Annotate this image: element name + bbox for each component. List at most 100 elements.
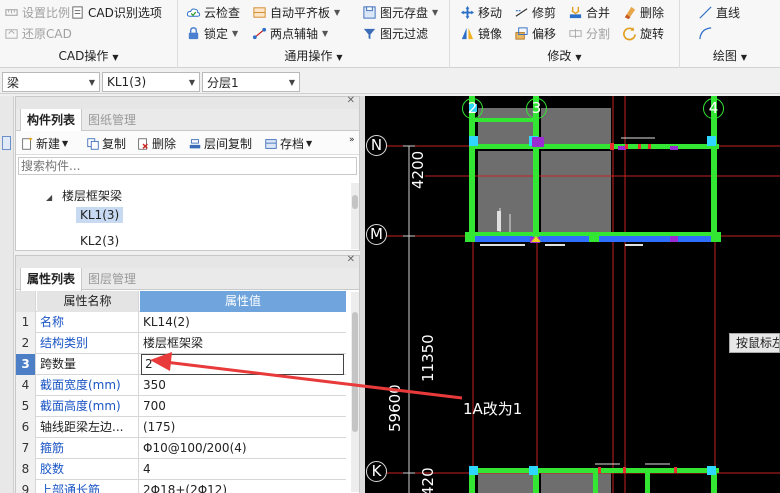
copy-button[interactable]: 复制 [86, 135, 126, 152]
restore-icon [5, 28, 18, 39]
component-select[interactable]: KL1(3) ▼ [102, 72, 200, 92]
property-name: 截面宽度(mm) [37, 375, 139, 396]
scrollbar-thumb[interactable] [352, 195, 358, 209]
mirror-icon [461, 27, 474, 39]
nav-strip-marker[interactable] [2, 136, 11, 150]
delete-label: 删除 [640, 5, 665, 20]
more-icon[interactable]: » [349, 135, 355, 145]
property-name: 结构类别 [37, 333, 139, 354]
split-button[interactable]: 分割 [568, 24, 610, 42]
mirror-button[interactable]: 镜像 [460, 24, 502, 42]
delete-component-button[interactable]: 删除 [136, 135, 176, 152]
collapse-triangle-icon[interactable]: ◢ [46, 193, 52, 202]
property-row-selected[interactable]: 3 跨数量 2 [16, 354, 346, 375]
delete-button[interactable]: 删除 [622, 3, 664, 21]
property-value[interactable]: 350 [140, 375, 346, 396]
property-value[interactable]: 2 [142, 354, 348, 375]
layer-select[interactable]: 分层1 ▼ [202, 72, 300, 92]
tab-drawing-management[interactable]: 图纸管理 [82, 109, 142, 131]
move-icon [460, 5, 475, 19]
tab-property-list[interactable]: 属性列表 [20, 268, 83, 291]
axis-bubble-3: 3 [526, 98, 547, 119]
merge-label: 合并 [586, 5, 611, 20]
floor-copy-button[interactable]: 层间复制 [188, 135, 252, 152]
tree-item-kl2[interactable]: KL2(3) [80, 234, 119, 248]
drawing-canvas[interactable]: 2 3 4 N M K 4200 11350 59600 420 [365, 96, 780, 493]
restore-cad-button[interactable]: 还原CAD [4, 24, 72, 42]
ribbon-group-cad-ops: 设置比例 CAD识别选项 还原CAD CAD操作 ▼ [0, 0, 178, 68]
two-point-axis-button[interactable]: 两点辅轴 ▼ [252, 24, 328, 42]
ribbon-group-label-draw[interactable]: 绘图 ▼ [680, 47, 780, 64]
property-panel-tabs: 属性列表 图层管理 [16, 268, 359, 291]
scrollbar-thumb[interactable] [352, 312, 358, 432]
ribbon-group-label-cad[interactable]: CAD操作 ▼ [0, 47, 177, 64]
save-disk-icon [363, 5, 376, 19]
level-slab-icon [253, 6, 266, 18]
offset-button[interactable]: 偏移 [514, 24, 556, 42]
lock-icon [188, 26, 199, 39]
document-icon [72, 5, 83, 19]
cloud-check-button[interactable]: 云检查 [186, 3, 240, 21]
auto-level-slab-button[interactable]: 自动平齐板 ▼ [252, 3, 340, 21]
move-label: 移动 [478, 5, 503, 20]
property-value[interactable]: 4 [140, 459, 346, 480]
close-icon[interactable]: ✕ [347, 254, 355, 265]
line-button[interactable]: 直线 [698, 3, 740, 21]
property-value[interactable]: 700 [140, 396, 346, 417]
property-value[interactable]: 楼层框架梁 [140, 333, 346, 354]
property-name: 跨数量 [37, 354, 139, 375]
trim-button[interactable]: 修剪 [514, 3, 556, 21]
move-button[interactable]: 移动 [460, 3, 502, 21]
tree-item-kl1[interactable]: KL1(3) [76, 207, 124, 223]
ribbon-group-label-general[interactable]: 通用操作 ▼ [178, 47, 449, 64]
dimension-line [403, 145, 415, 493]
axis-bubble-m: M [366, 224, 387, 245]
property-row[interactable]: 6 轴线距梁左边... (175) [16, 417, 346, 438]
cad-identify-options-button[interactable]: CAD识别选项 [70, 3, 162, 21]
property-list-scrollbar[interactable] [351, 292, 359, 492]
copy-icon [87, 137, 99, 150]
set-scale-button[interactable]: 设置比例 [4, 3, 70, 21]
property-row[interactable]: 2 结构类别 楼层框架梁 [16, 333, 346, 354]
new-button[interactable]: 新建 ▼ [20, 135, 68, 152]
close-icon[interactable]: ✕ [347, 95, 355, 106]
property-row[interactable]: 9 上部通长筋 2Φ18+(2Φ12) [16, 480, 346, 493]
component-list-scrollbar[interactable] [351, 183, 359, 249]
property-value[interactable]: KL14(2) [140, 312, 346, 333]
ribbon-group-label-modify[interactable]: 修改 ▼ [450, 47, 679, 64]
arc-button[interactable] [698, 24, 713, 42]
slab-region [541, 151, 611, 236]
tree-group-floor-frame-beam[interactable]: ◢ 楼层框架梁 [46, 187, 122, 204]
archive-button[interactable]: 存档 ▼ [264, 135, 312, 152]
save-element-button[interactable]: 图元存盘 ▼ [362, 3, 438, 21]
ribbon-group-draw: 直线 绘图 ▼ [680, 0, 780, 68]
mouse-hint-tooltip: 按鼠标左 [729, 333, 780, 353]
property-row[interactable]: 5 截面高度(mm) 700 [16, 396, 346, 417]
chevron-down-icon: ▼ [188, 78, 195, 87]
offset-label: 偏移 [532, 26, 557, 41]
header-value: 属性值 [140, 291, 346, 312]
property-value[interactable]: 2Φ18+(2Φ12) [140, 480, 346, 493]
element-filter-button[interactable]: 图元过滤 [362, 24, 428, 42]
property-row[interactable]: 7 箍筋 Φ10@100/200(4) [16, 438, 346, 459]
merge-button[interactable]: 合并 [568, 3, 610, 21]
slab-region [478, 471, 533, 493]
property-row[interactable]: 1 名称 KL14(2) [16, 312, 346, 333]
component-type-select[interactable]: 梁 ▼ [2, 72, 100, 92]
slab-region [541, 471, 611, 493]
tab-layer-management[interactable]: 图层管理 [82, 268, 142, 290]
filter-icon [363, 28, 376, 39]
tab-component-list[interactable]: 构件列表 [20, 109, 83, 132]
floor-copy-label: 层间复制 [204, 137, 253, 151]
component-search-input[interactable] [18, 157, 357, 175]
tree-item-label: KL1(3) [80, 208, 120, 222]
property-row[interactable]: 8 胶数 4 [16, 459, 346, 480]
lock-button[interactable]: 锁定 ▼ [186, 24, 238, 42]
property-value[interactable]: Φ10@100/200(4) [140, 438, 346, 459]
property-row[interactable]: 4 截面宽度(mm) 350 [16, 375, 346, 396]
property-value[interactable]: (175) [140, 417, 346, 438]
navigation-strip[interactable] [0, 96, 14, 493]
row-number: 8 [16, 459, 36, 480]
rotate-icon [623, 26, 636, 40]
rotate-button[interactable]: 旋转 [622, 24, 664, 42]
